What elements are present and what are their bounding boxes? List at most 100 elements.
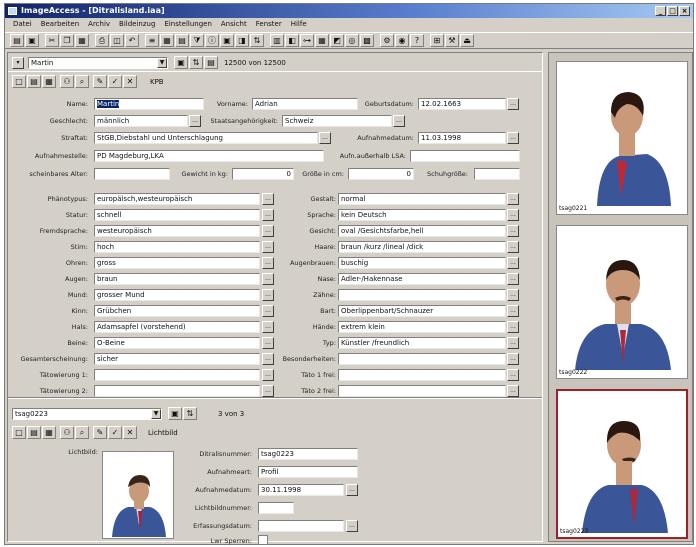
schuhgroesse-field[interactable] xyxy=(474,168,520,180)
menu-bildeinzug[interactable]: Bildeinzug xyxy=(119,18,155,31)
compare-icon[interactable]: ◨ xyxy=(235,34,249,47)
merkmal-field[interactable] xyxy=(94,385,260,397)
settings-icon[interactable]: ⚙ xyxy=(380,34,394,47)
merkmal-field[interactable]: Adamsapfel (vorstehend) xyxy=(94,321,260,333)
staat-field[interactable]: Schweiz xyxy=(282,115,392,127)
sort-nav-icon[interactable]: ⇅ xyxy=(189,56,203,69)
form-view-icon[interactable]: ▤ xyxy=(175,34,189,47)
merkmal-picker-button[interactable]: … xyxy=(507,353,519,365)
open-icon[interactable]: ▤ xyxy=(10,34,24,47)
merkmal-field[interactable]: europäisch,westeuropäisch xyxy=(94,193,260,205)
pencil-icon[interactable]: ✎ xyxy=(93,75,107,88)
aufnahmedatum-field[interactable]: 11.03.1998 xyxy=(418,132,506,144)
aufnahmedatum-calendar-button[interactable]: … xyxy=(507,132,519,144)
image-search-icon[interactable]: ⌕ xyxy=(75,426,89,439)
aufnahmeart-field[interactable]: Profil xyxy=(258,466,358,478)
erfassung-date-picker-button[interactable]: … xyxy=(346,520,358,532)
merkmal-field[interactable]: westeuropäisch xyxy=(94,225,260,237)
merkmal-field[interactable]: oval /Gesichtsfarbe,hell xyxy=(338,225,506,237)
lichtbild-tab[interactable]: Lichtbild xyxy=(148,429,178,437)
undo-icon[interactable]: ↶ xyxy=(125,34,139,47)
merkmal-field[interactable]: braun xyxy=(94,273,260,285)
menu-archiv[interactable]: Archiv xyxy=(88,18,110,31)
image-aufnahmedatum-field[interactable]: 30.11.1998 xyxy=(258,484,344,496)
vorname-field[interactable]: Adrian xyxy=(252,98,358,110)
merkmal-picker-button[interactable]: … xyxy=(507,241,519,253)
image-new-icon[interactable]: □ xyxy=(12,426,26,439)
merkmal-field[interactable] xyxy=(338,289,506,301)
gallery-icon[interactable]: ▩ xyxy=(360,34,374,47)
merkmal-picker-button[interactable]: … xyxy=(507,193,519,205)
merkmal-field[interactable] xyxy=(338,369,506,381)
print-icon[interactable]: ⎙ xyxy=(95,34,109,47)
image-picture-icon[interactable]: ▣ xyxy=(168,407,182,420)
folder-icon[interactable]: ▤ xyxy=(204,56,218,69)
image-group-icon[interactable]: ⚇ xyxy=(60,426,74,439)
merkmal-field[interactable]: braun /kurz /lineal /dick xyxy=(338,241,506,253)
cancel-icon[interactable]: ✕ xyxy=(123,75,137,88)
image-edit-icon[interactable]: ▤ xyxy=(27,426,41,439)
record-selector[interactable]: Martin ▼ xyxy=(28,57,168,69)
merkmal-picker-button[interactable]: … xyxy=(507,225,519,237)
thumbnail-tsag0221[interactable]: tsag0221 xyxy=(556,61,688,215)
straftat-field[interactable]: StGB,Diebstahl und Unterschlagung xyxy=(94,132,318,144)
name-field[interactable]: Martin xyxy=(94,98,204,110)
picture-nav-icon[interactable]: ▣ xyxy=(174,56,188,69)
menu-bearbeiten[interactable]: Bearbeiten xyxy=(41,18,79,31)
aufn-ausserhalb-field[interactable] xyxy=(410,150,520,162)
stop-icon[interactable]: ◉ xyxy=(395,34,409,47)
save-icon[interactable]: ▣ xyxy=(25,34,39,47)
merkmal-field[interactable]: Oberlippenbart/Schnauzer xyxy=(338,305,506,317)
close-button[interactable]: × xyxy=(679,6,690,16)
merkmal-field[interactable]: Adler-/Hakennase xyxy=(338,273,506,285)
merkmal-field[interactable]: gross xyxy=(94,257,260,269)
menu-hilfe[interactable]: Hilfe xyxy=(291,18,307,31)
exit-icon[interactable]: ⏏ xyxy=(460,34,474,47)
record-menu-icon[interactable]: ▾ xyxy=(12,57,24,69)
calendar-button[interactable]: … xyxy=(507,98,519,110)
new-record-icon[interactable]: □ xyxy=(12,75,26,88)
merkmal-field[interactable]: Künstler /freundlich xyxy=(338,337,506,349)
image-table-icon[interactable]: ▦ xyxy=(42,426,56,439)
merkmal-picker-button[interactable]: … xyxy=(507,257,519,269)
alter-field[interactable] xyxy=(94,168,170,180)
merkmal-picker-button[interactable]: … xyxy=(507,369,519,381)
image-date-picker-button[interactable]: … xyxy=(346,484,358,496)
erfassungsdatum-field[interactable] xyxy=(258,520,344,532)
picture-icon[interactable]: ▣ xyxy=(220,34,234,47)
maximize-button[interactable]: □ xyxy=(667,6,678,16)
image-sort-icon[interactable]: ⇅ xyxy=(183,407,197,420)
chevron-down-icon[interactable]: ▼ xyxy=(151,409,161,419)
group-icon[interactable]: ⚇ xyxy=(60,75,74,88)
merkmal-picker-button[interactable]: … xyxy=(507,209,519,221)
merkmal-picker-button[interactable]: … xyxy=(507,289,519,301)
scan-icon[interactable]: ◩ xyxy=(330,34,344,47)
merkmal-field[interactable]: grosser Mund xyxy=(94,289,260,301)
thumbnail-tsag0223[interactable]: tsag0223 xyxy=(556,389,688,539)
straftat-picker-button[interactable]: … xyxy=(319,132,331,144)
edit-record-icon[interactable]: ▤ xyxy=(27,75,41,88)
geburt-field[interactable]: 12.02.1663 xyxy=(418,98,506,110)
menu-fenster[interactable]: Fenster xyxy=(256,18,282,31)
merkmal-field[interactable]: sicher xyxy=(94,353,260,365)
merkmal-field[interactable]: hoch xyxy=(94,241,260,253)
table-record-icon[interactable]: ▦ xyxy=(42,75,56,88)
staat-picker-button[interactable]: … xyxy=(393,115,405,127)
geschlecht-picker-button[interactable]: … xyxy=(189,115,201,127)
search-icon[interactable]: ⌕ xyxy=(75,75,89,88)
merkmal-field[interactable] xyxy=(338,385,506,397)
preview-icon[interactable]: ◫ xyxy=(110,34,124,47)
filter-icon[interactable]: ⧩ xyxy=(190,34,204,47)
sort-icon[interactable]: ⇅ xyxy=(250,34,264,47)
merkmal-picker-button[interactable]: … xyxy=(507,385,519,397)
merkmal-field[interactable]: kein Deutsch xyxy=(338,209,506,221)
grid-view-icon[interactable]: ▦ xyxy=(160,34,174,47)
record-view-icon[interactable]: ▥ xyxy=(270,34,284,47)
cut-icon[interactable]: ✂ xyxy=(45,34,59,47)
connect-icon[interactable]: ⊶ xyxy=(300,34,314,47)
merkmal-field[interactable]: extrem klein xyxy=(338,321,506,333)
image-cancel-icon[interactable]: ✕ xyxy=(123,426,137,439)
merkmal-picker-button[interactable]: … xyxy=(507,337,519,349)
help-icon[interactable]: ? xyxy=(410,34,424,47)
menu-einstellungen[interactable]: Einstellungen xyxy=(164,18,211,31)
